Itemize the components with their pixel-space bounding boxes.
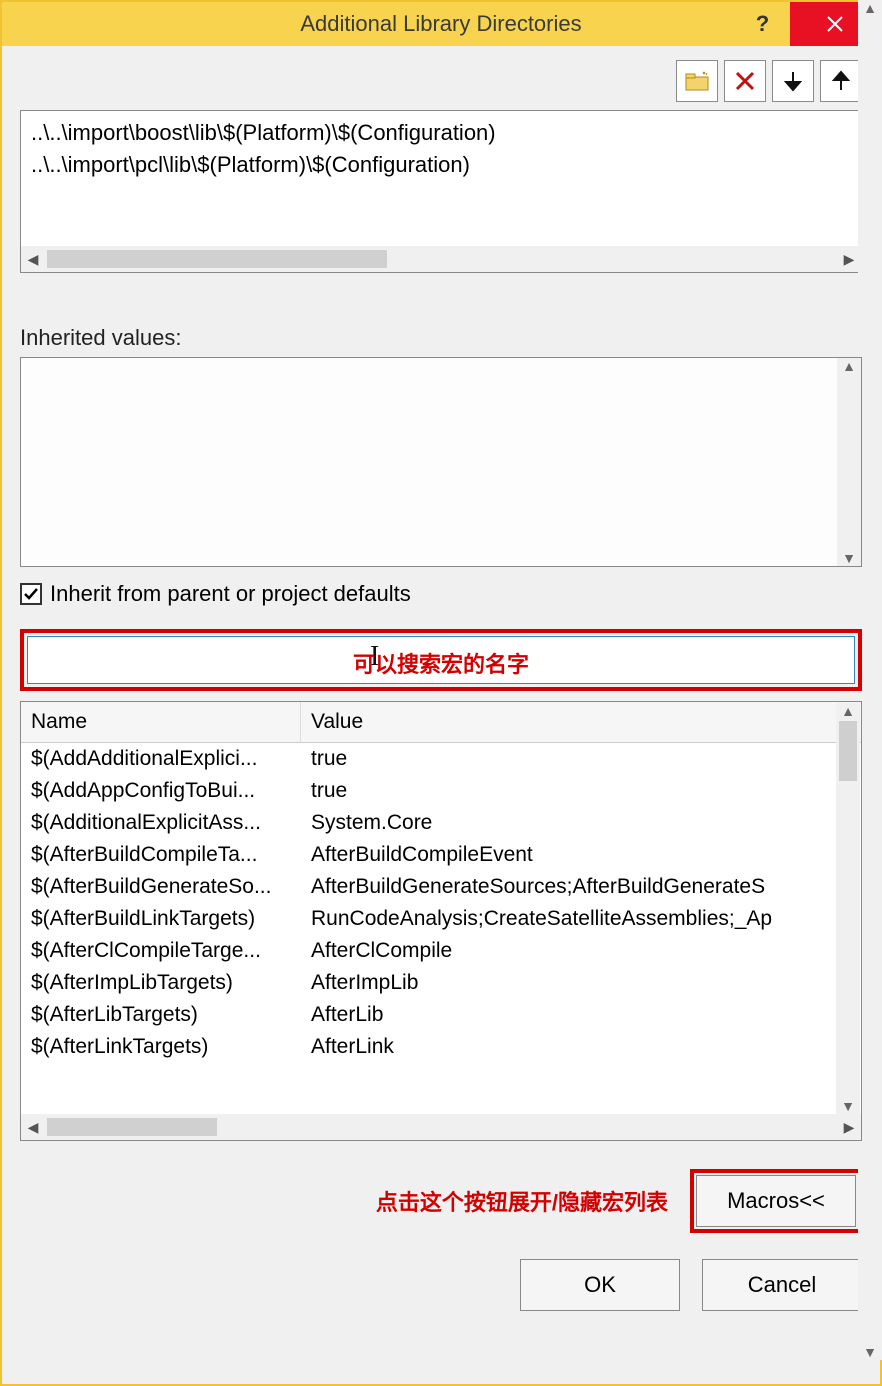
client-area: ..\..\import\boost\lib\$(Platform)\$(Con… [2, 46, 880, 1384]
titlebar: Additional Library Directories ? [2, 2, 880, 46]
inherit-checkbox-row: Inherit from parent or project defaults [20, 581, 862, 607]
horizontal-scrollbar[interactable]: ◀▶ [21, 1114, 861, 1140]
macro-search-input[interactable] [27, 636, 855, 684]
macro-value: AfterLink [301, 1035, 851, 1059]
table-row[interactable]: $(AfterBuildGenerateSo...AfterBuildGener… [21, 871, 861, 903]
table-body[interactable]: $(AddAdditionalExplici...true$(AddAppCon… [21, 743, 861, 1114]
table-header: Name Value [21, 702, 861, 743]
macro-name: $(AdditionalExplicitAss... [31, 811, 301, 835]
inherit-checkbox-label: Inherit from parent or project defaults [50, 581, 411, 607]
macro-value: AfterBuildGenerateSources;AfterBuildGene… [301, 875, 851, 899]
macro-name: $(AfterClCompileTarge... [31, 939, 301, 963]
dialog-window: Additional Library Directories ? ..\..\ [0, 0, 882, 1386]
table-row[interactable]: $(AfterLibTargets)AfterLib [21, 999, 861, 1031]
table-row[interactable]: $(AddAdditionalExplici...true [21, 743, 861, 775]
macros-button-highlight: Macros<< [690, 1169, 862, 1233]
table-row[interactable]: $(AfterLinkTargets)AfterLink [21, 1031, 861, 1063]
arrow-down-icon [783, 70, 803, 92]
table-row[interactable]: $(AfterBuildCompileTa...AfterBuildCompil… [21, 839, 861, 871]
macro-value: AfterClCompile [301, 939, 851, 963]
macro-value: AfterLib [301, 1003, 851, 1027]
table-row[interactable]: $(AddAppConfigToBui...true [21, 775, 861, 807]
macro-name: $(AddAppConfigToBui... [31, 779, 301, 803]
macro-search-highlight: I 可以搜索宏的名字 [20, 629, 862, 691]
macro-value: true [301, 747, 851, 771]
horizontal-scrollbar[interactable]: ◀▶ [21, 246, 861, 272]
macro-name: $(AddAdditionalExplici... [31, 747, 301, 771]
close-icon [826, 15, 844, 33]
move-up-button[interactable] [820, 60, 862, 102]
macro-value: System.Core [301, 811, 851, 835]
macros-button-row: 点击这个按钮展开/隐藏宏列表 Macros<< [20, 1169, 862, 1233]
inherit-checkbox[interactable] [20, 583, 42, 605]
delete-button[interactable] [724, 60, 766, 102]
cancel-button[interactable]: Cancel [702, 1259, 862, 1311]
macro-name: $(AfterBuildLinkTargets) [31, 907, 301, 931]
inherited-values-box: ▲▼ [20, 357, 862, 567]
directories-panel: ..\..\import\boost\lib\$(Platform)\$(Con… [20, 110, 862, 273]
table-row[interactable]: $(AfterClCompileTarge...AfterClCompile [21, 935, 861, 967]
column-header-name[interactable]: Name [21, 702, 301, 742]
help-button[interactable]: ? [735, 2, 790, 46]
new-folder-button[interactable] [676, 60, 718, 102]
move-down-button[interactable] [772, 60, 814, 102]
macro-value: true [301, 779, 851, 803]
macros-table: Name Value $(AddAdditionalExplici...true… [20, 701, 862, 1141]
dialog-footer: OK Cancel [20, 1259, 862, 1311]
macro-value: AfterImpLib [301, 971, 851, 995]
table-row[interactable]: $(AfterBuildLinkTargets)RunCodeAnalysis;… [21, 903, 861, 935]
macro-name: $(AfterLibTargets) [31, 1003, 301, 1027]
inherited-label: Inherited values: [20, 325, 862, 351]
window-title: Additional Library Directories [300, 11, 581, 37]
macro-value: AfterBuildCompileEvent [301, 843, 851, 867]
macros-annotation: 点击这个按钮展开/隐藏宏列表 [376, 1185, 668, 1217]
ok-button[interactable]: OK [520, 1259, 680, 1311]
macro-name: $(AfterBuildCompileTa... [31, 843, 301, 867]
directories-text[interactable]: ..\..\import\boost\lib\$(Platform)\$(Con… [21, 111, 861, 246]
table-row[interactable]: $(AdditionalExplicitAss...System.Core [21, 807, 861, 839]
arrow-up-icon [831, 70, 851, 92]
folder-icon [685, 71, 709, 91]
macro-value: RunCodeAnalysis;CreateSatelliteAssemblie… [301, 907, 851, 931]
macro-name: $(AfterLinkTargets) [31, 1035, 301, 1059]
macro-name: $(AfterImpLibTargets) [31, 971, 301, 995]
column-header-value[interactable]: Value [301, 702, 861, 742]
delete-x-icon [734, 70, 756, 92]
table-row[interactable]: $(AfterImpLibTargets)AfterImpLib [21, 967, 861, 999]
toolbar [20, 60, 862, 102]
vertical-scrollbar[interactable]: ▲▼ [836, 703, 860, 1114]
text-cursor-icon: I [370, 641, 379, 673]
vertical-scrollbar[interactable]: ▲▼ [837, 358, 861, 566]
macros-button[interactable]: Macros<< [696, 1175, 856, 1227]
macro-name: $(AfterBuildGenerateSo... [31, 875, 301, 899]
check-icon [23, 586, 39, 602]
